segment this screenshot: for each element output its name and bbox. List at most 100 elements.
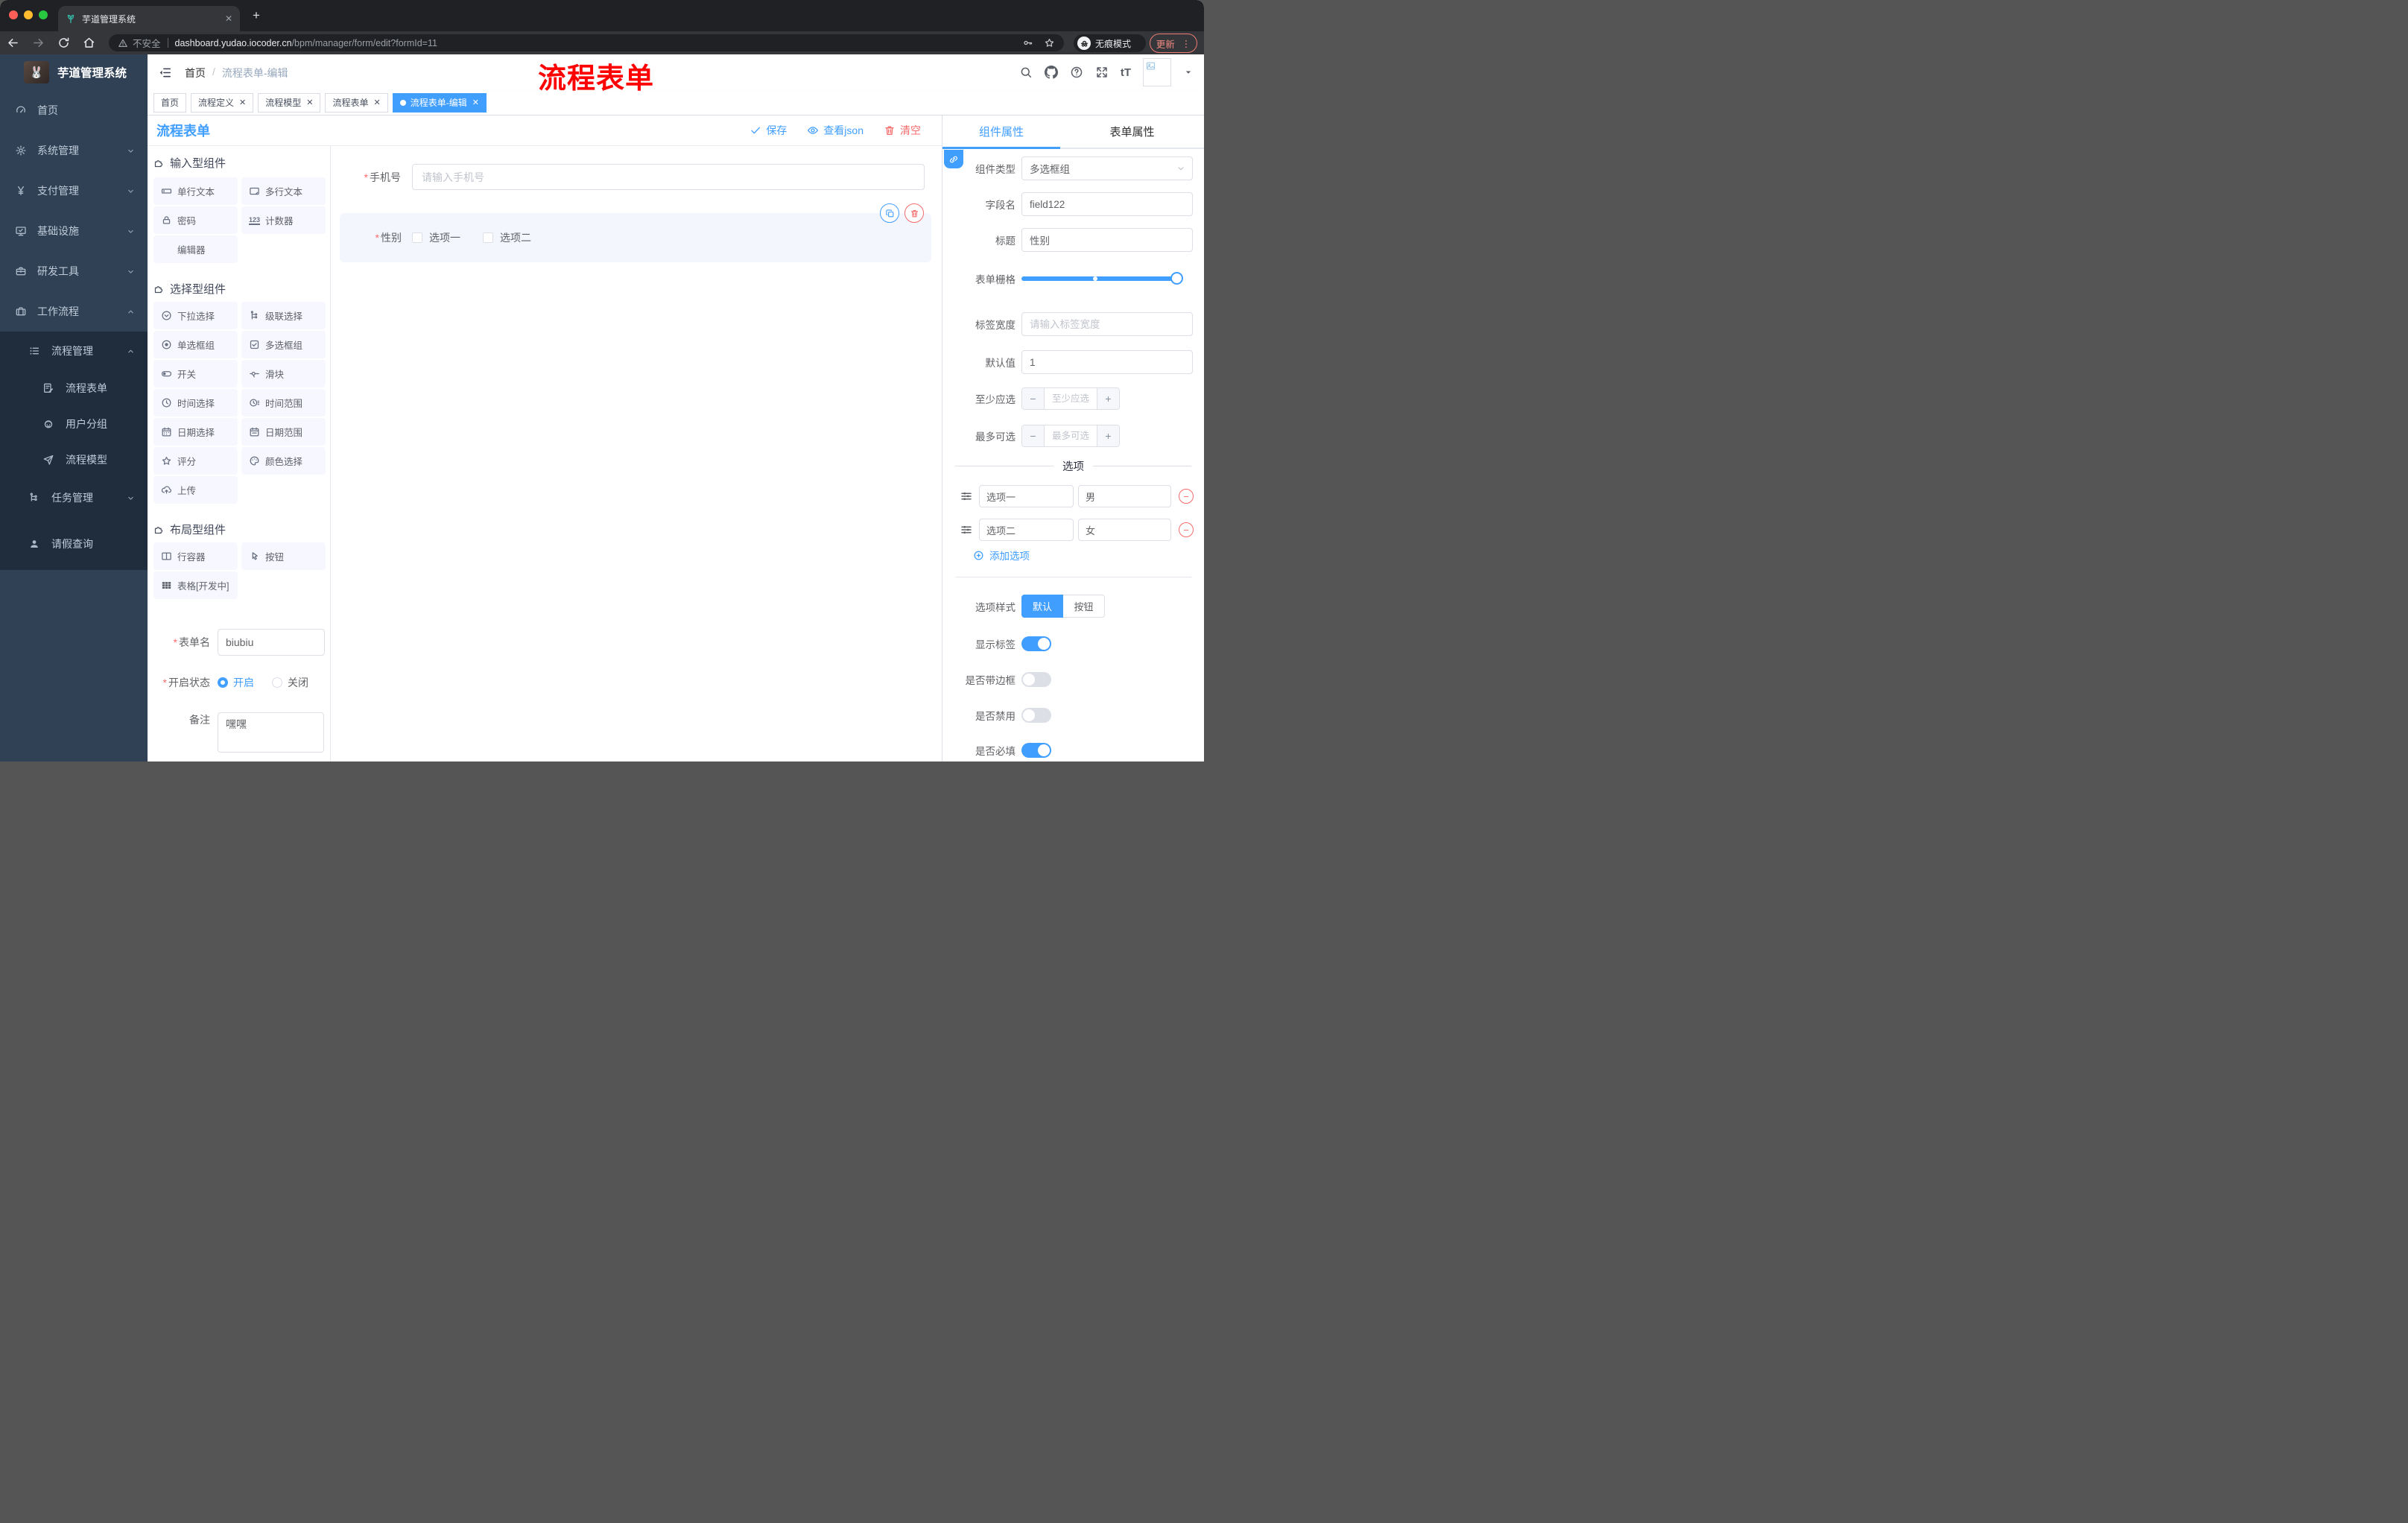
form-name-input[interactable] — [218, 629, 325, 656]
breadcrumb-home[interactable]: 首页 — [185, 66, 206, 80]
tag-close-icon[interactable]: ✕ — [374, 98, 381, 107]
component-time-range[interactable]: 时间范围 — [241, 389, 326, 417]
sidebar-fold-icon[interactable] — [158, 66, 172, 80]
sidebar-item-workflow[interactable]: 工作流程 — [0, 291, 148, 332]
component-time-picker[interactable]: 时间选择 — [153, 389, 238, 417]
status-radio-on[interactable]: 开启 — [218, 675, 254, 690]
traffic-light-minimize[interactable] — [24, 10, 33, 19]
tag-process-form-edit[interactable]: 流程表单-编辑 ✕ — [392, 92, 487, 113]
sidebar-item-process-model[interactable]: 流程模型 — [0, 442, 148, 478]
sidebar-logo[interactable]: 🐰 芋道管理系统 — [0, 54, 148, 90]
component-row-container[interactable]: 行容器 — [153, 542, 238, 570]
component-cascader[interactable]: 级联选择 — [241, 302, 326, 329]
tab-close-icon[interactable]: ✕ — [225, 13, 232, 24]
option-value-input[interactable] — [1078, 519, 1171, 541]
sidebar-item-leave-query[interactable]: 请假查询 — [0, 518, 148, 570]
stepper-decrease-button[interactable]: − — [1022, 425, 1045, 446]
checkbox-box[interactable] — [483, 232, 493, 243]
stepper-increase-button[interactable]: + — [1097, 425, 1119, 446]
status-radio-off[interactable]: 关闭 — [272, 675, 308, 690]
drag-handle-icon[interactable] — [960, 523, 973, 536]
field-name-input[interactable] — [1021, 192, 1193, 216]
tab-component-props[interactable]: 组件属性 — [942, 115, 1060, 148]
component-dropdown[interactable]: 下拉选择 — [153, 302, 238, 329]
form-grid-slider[interactable] — [1021, 268, 1193, 289]
sidebar-item-system[interactable]: 系统管理 — [0, 130, 148, 171]
gender-option-1[interactable]: 选项一 — [412, 230, 460, 245]
password-key-icon[interactable] — [1022, 37, 1033, 48]
avatar[interactable] — [1143, 58, 1171, 86]
style-button-button[interactable]: 按钮 — [1063, 595, 1105, 618]
component-rate[interactable]: 评分 — [153, 447, 238, 475]
traffic-light-zoom[interactable] — [39, 10, 48, 19]
sidebar-item-process-form[interactable]: 流程表单 — [0, 370, 148, 406]
sidebar-item-devtools[interactable]: 研发工具 — [0, 251, 148, 291]
component-slider[interactable]: 滑块 — [241, 360, 326, 387]
sidebar-item-payment[interactable]: 支付管理 — [0, 171, 148, 211]
delete-component-button[interactable] — [904, 203, 924, 223]
tag-process-model[interactable]: 流程模型 ✕ — [258, 92, 321, 113]
component-upload[interactable]: 上传 — [153, 476, 238, 504]
slider-knob[interactable] — [1170, 272, 1183, 285]
sidebar-item-home[interactable]: 首页 — [0, 90, 148, 130]
option-value-input[interactable] — [1078, 485, 1171, 507]
avatar-caret-icon[interactable] — [1183, 67, 1194, 77]
option-name-input[interactable] — [979, 519, 1074, 541]
stepper-decrease-button[interactable]: − — [1022, 388, 1045, 409]
tag-close-icon[interactable]: ✕ — [239, 98, 246, 107]
link-tag-button[interactable] — [944, 150, 963, 168]
remove-option-button[interactable]: − — [1179, 522, 1194, 537]
component-counter[interactable]: 123 计数器 — [241, 206, 326, 234]
view-json-button[interactable]: 查看json — [807, 123, 864, 138]
back-icon[interactable] — [6, 36, 20, 50]
label-width-input[interactable] — [1021, 312, 1193, 336]
home-icon[interactable] — [82, 36, 96, 50]
gender-field-selected[interactable]: * 性别 选项一 选项二 — [340, 203, 931, 262]
component-table[interactable]: 表格[开发中] — [153, 571, 238, 599]
sidebar-item-task-mgmt[interactable]: 任务管理 — [0, 478, 148, 518]
tag-home[interactable]: 首页 — [153, 92, 187, 113]
address-bar[interactable]: 不安全 dashboard.yudao.iocoder.cn/bpm/manag… — [109, 34, 1064, 51]
component-multi-text[interactable]: 多行文本 — [241, 177, 326, 205]
search-icon[interactable] — [1019, 66, 1033, 79]
sidebar-item-user-group[interactable]: 用户分组 — [0, 406, 148, 442]
browser-tab[interactable]: 芋道管理系统 ✕ — [58, 6, 240, 31]
reload-icon[interactable] — [57, 36, 71, 50]
component-radio-group[interactable]: 单选框组 — [153, 331, 238, 358]
component-checkbox-group[interactable]: 多选框组 — [241, 331, 326, 358]
required-toggle[interactable] — [1021, 743, 1051, 758]
font-size-icon[interactable]: tT — [1121, 66, 1131, 79]
sidebar-item-infra[interactable]: 基础设施 — [0, 211, 148, 251]
stepper-increase-button[interactable]: + — [1097, 388, 1119, 409]
bookmark-star-icon[interactable] — [1044, 37, 1055, 48]
style-default-button[interactable]: 默认 — [1021, 595, 1063, 618]
drag-handle-icon[interactable] — [960, 490, 973, 503]
disabled-toggle[interactable] — [1021, 708, 1051, 723]
component-date-picker[interactable]: 日期选择 — [153, 418, 238, 446]
save-button[interactable]: 保存 — [750, 123, 787, 138]
browser-update-button[interactable]: 更新 ⋮ — [1150, 34, 1197, 53]
component-color-picker[interactable]: 颜色选择 — [241, 447, 326, 475]
tab-form-props[interactable]: 表单属性 — [1060, 115, 1204, 148]
add-option-button[interactable]: 添加选项 — [942, 548, 1204, 563]
forward-icon[interactable] — [31, 36, 45, 50]
clear-button[interactable]: 清空 — [884, 123, 921, 138]
sidebar-item-process-mgmt[interactable]: 流程管理 — [0, 332, 148, 370]
question-icon[interactable] — [1070, 66, 1083, 79]
title-input[interactable] — [1021, 228, 1193, 252]
new-tab-button[interactable]: + — [247, 7, 265, 25]
component-editor[interactable]: 编辑器 — [153, 235, 238, 263]
gender-option-2[interactable]: 选项二 — [483, 230, 531, 245]
tag-close-icon[interactable]: ✕ — [306, 98, 313, 107]
github-icon[interactable] — [1045, 66, 1058, 79]
tag-process-def[interactable]: 流程定义 ✕ — [191, 92, 254, 113]
component-switch[interactable]: 开关 — [153, 360, 238, 387]
show-label-toggle[interactable] — [1021, 636, 1051, 651]
component-type-select[interactable]: 多选框组 — [1021, 156, 1193, 180]
min-select-input[interactable] — [1045, 388, 1097, 409]
tag-close-icon[interactable]: ✕ — [472, 98, 479, 107]
traffic-light-close[interactable] — [9, 10, 18, 19]
component-password[interactable]: 密码 — [153, 206, 238, 234]
option-name-input[interactable] — [979, 485, 1074, 507]
tag-process-form[interactable]: 流程表单 ✕ — [325, 92, 388, 113]
